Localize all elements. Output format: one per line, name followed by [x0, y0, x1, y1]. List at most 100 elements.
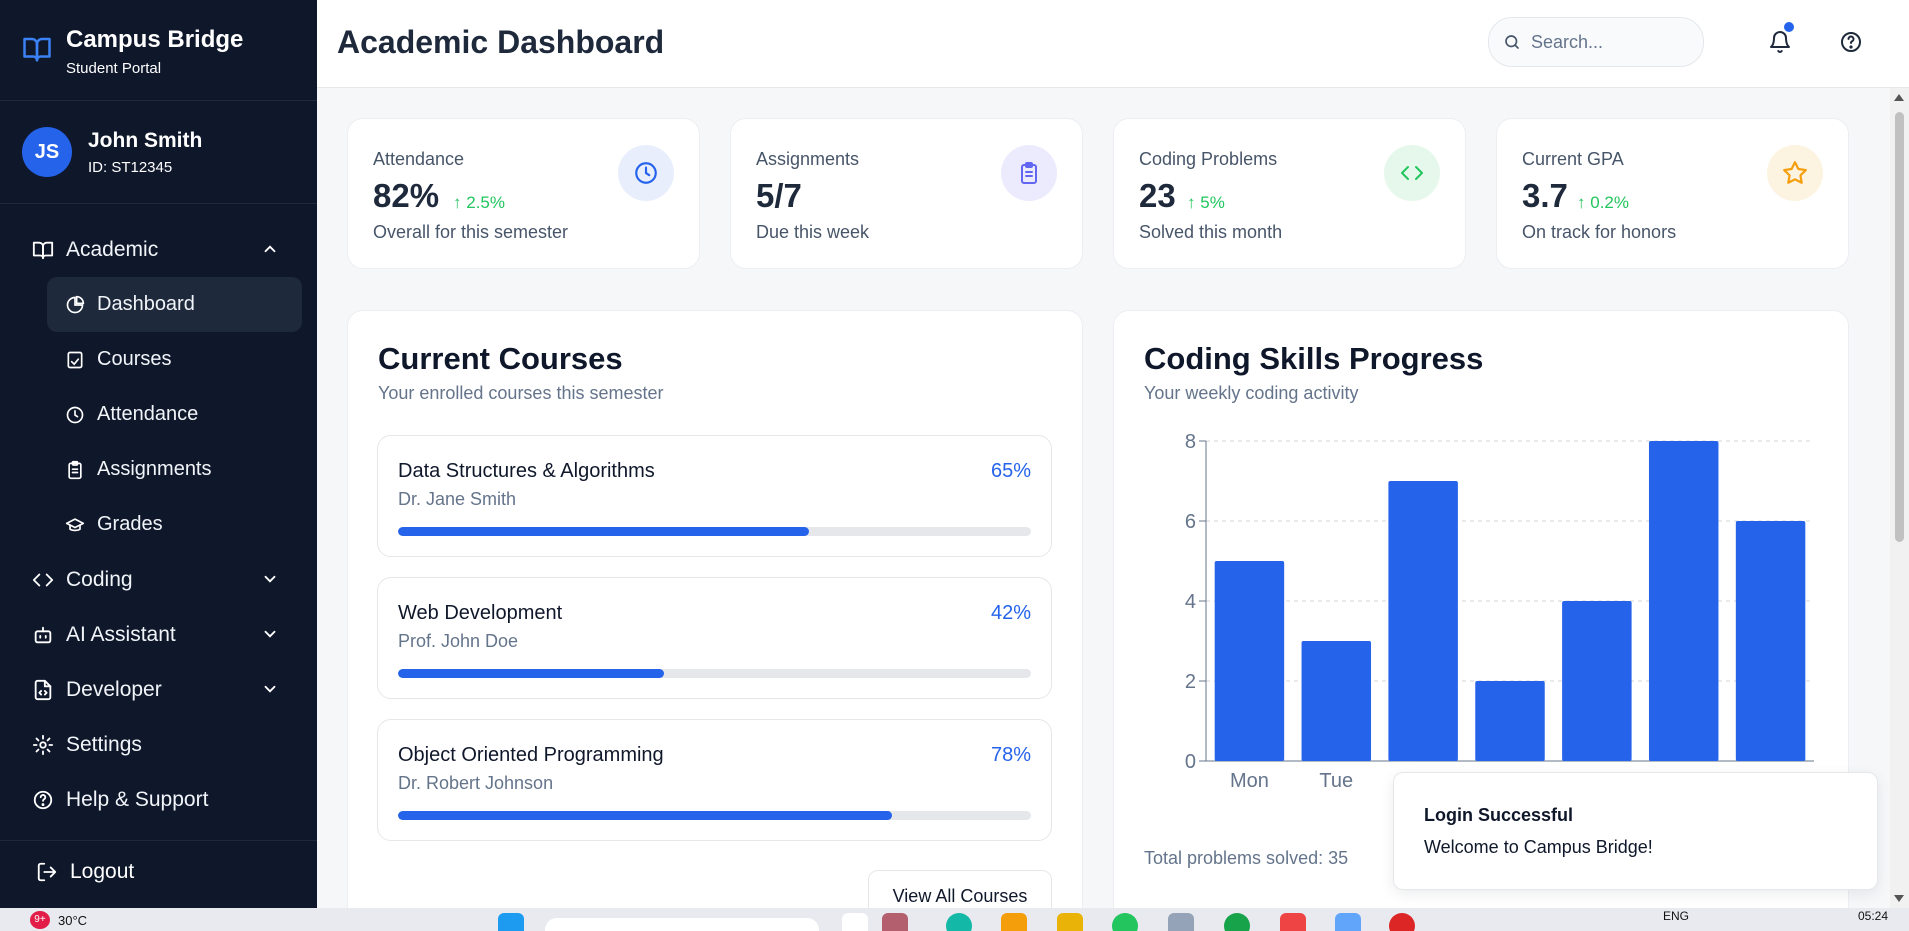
search-box[interactable]: [1488, 17, 1704, 67]
nav-help-label: Help & Support: [66, 787, 209, 811]
os-taskbar: 9+ 30°C ENG 05:24: [0, 908, 1909, 931]
stat-label: Coding Problems: [1139, 149, 1278, 169]
sidebar-item-assignments[interactable]: Assignments: [47, 442, 302, 497]
y-tick-label: 4: [1185, 591, 1196, 613]
stat-description: On track for honors: [1522, 222, 1677, 242]
notebook-icon: [65, 350, 85, 370]
user-profile[interactable]: JS John Smith ID: ST12345: [0, 100, 317, 204]
clipboard-icon: [65, 460, 85, 480]
stat-description: Overall for this semester: [373, 222, 569, 242]
help-circle-icon: [1841, 32, 1861, 52]
windows-start-icon[interactable]: [498, 913, 524, 931]
nav-help-support[interactable]: Help & Support: [0, 772, 317, 827]
notifications-button[interactable]: [1768, 22, 1794, 54]
logout-label: Logout: [70, 860, 135, 883]
sidebar-item-attendance[interactable]: Attendance: [47, 387, 302, 442]
progress-fill: [398, 811, 892, 820]
chevron-down-icon[interactable]: [261, 680, 279, 698]
app-icon[interactable]: [1057, 913, 1083, 931]
logout-button[interactable]: Logout: [36, 860, 134, 884]
sidebar-item-dashboard[interactable]: Dashboard: [47, 277, 302, 332]
stat-card-attendance: Attendance 82% ↑ 2.5% Overall for this s…: [347, 118, 700, 269]
sidebar-item-grades[interactable]: Grades: [47, 497, 302, 552]
bar-mon: [1214, 561, 1285, 761]
spotify-icon[interactable]: [1224, 913, 1250, 931]
weather-widget[interactable]: 9+ 30°C: [30, 911, 87, 929]
course-name: Object Oriented Programming: [398, 744, 664, 766]
scroll-down-arrow[interactable]: [1894, 895, 1904, 902]
brand-subtitle: Student Portal: [66, 60, 162, 77]
course-progress-percent: 42%: [990, 602, 1031, 624]
course-progress-bar: [398, 669, 1031, 678]
task-view-icon[interactable]: [842, 913, 868, 931]
clipboard-icon: [1021, 162, 1037, 184]
sidebar-item-label: Grades: [97, 513, 163, 535]
y-tick-label: 2: [1185, 671, 1196, 693]
course-card[interactable]: Web Development Prof. John Doe 42%: [377, 577, 1052, 699]
search-input[interactable]: [1531, 31, 1691, 53]
book-icon: [23, 37, 51, 62]
scroll-up-arrow[interactable]: [1894, 94, 1904, 101]
bot-icon: [32, 624, 54, 646]
edge-icon[interactable]: [946, 913, 972, 931]
page-scrollbar[interactable]: [1890, 88, 1909, 908]
nav-settings-label: Settings: [66, 732, 142, 756]
scrollbar-thumb[interactable]: [1895, 112, 1904, 542]
bar-sat: [1648, 441, 1719, 761]
y-tick-label: 6: [1185, 511, 1196, 533]
nav-academic-label: Academic: [66, 237, 159, 261]
nav-coding[interactable]: Coding: [0, 552, 317, 607]
chevron-up-icon[interactable]: [261, 240, 279, 258]
bar-wed: [1388, 481, 1458, 761]
code-icon: [1401, 166, 1423, 180]
nav-ai-label: AI Assistant: [66, 622, 176, 646]
courses-panel: Current Courses Your enrolled courses th…: [347, 310, 1083, 930]
x-tick-label: Mon: [1230, 770, 1269, 792]
chevron-down-icon[interactable]: [261, 625, 279, 643]
stat-badge: [1767, 145, 1823, 201]
avatar: JS: [22, 127, 72, 177]
stat-value: 23: [1139, 177, 1176, 214]
taskbar-search[interactable]: [545, 918, 819, 931]
course-card[interactable]: Object Oriented Programming Dr. Robert J…: [377, 719, 1052, 841]
course-progress-bar: [398, 811, 1031, 820]
stat-description: Due this week: [756, 222, 870, 242]
toast-notification[interactable]: Login Successful Welcome to Campus Bridg…: [1393, 772, 1878, 890]
sidebar-item-label: Attendance: [97, 403, 199, 425]
stat-badge: [1001, 145, 1057, 201]
sidebar-item-courses[interactable]: Courses: [47, 332, 302, 387]
nav-settings[interactable]: Settings: [0, 717, 317, 772]
course-instructor: Dr. Jane Smith: [398, 489, 517, 509]
stat-label: Current GPA: [1522, 149, 1624, 169]
app-icon[interactable]: [1280, 913, 1306, 931]
weather-temp: 30°C: [58, 912, 88, 928]
stat-card-coding: Coding Problems 23 ↑ 5% Solved this mont…: [1113, 118, 1466, 269]
brand[interactable]: Campus Bridge Student Portal: [0, 0, 317, 100]
stat-trend: ↑ 2.5%: [453, 193, 505, 212]
folder-icon[interactable]: [1001, 913, 1027, 931]
sidebar-nav: Academic Dashboard Courses Attendance As…: [0, 204, 317, 827]
nav-academic[interactable]: Academic: [0, 222, 317, 277]
nav-developer[interactable]: Developer: [0, 662, 317, 717]
calendar-icon[interactable]: [1335, 913, 1361, 931]
bar-thu: [1475, 681, 1545, 761]
stat-label: Attendance: [373, 149, 465, 169]
help-button[interactable]: [1839, 30, 1863, 54]
language-indicator[interactable]: ENG: [1663, 909, 1689, 923]
app-icon[interactable]: [882, 913, 908, 931]
gear-icon: [32, 734, 54, 756]
courses-title: Current Courses: [378, 341, 623, 376]
app-icon[interactable]: [1168, 913, 1194, 931]
bar-fri: [1562, 601, 1632, 761]
toast-message: Welcome to Campus Bridge!: [1424, 837, 1653, 857]
stat-value: 3.7: [1522, 177, 1568, 214]
nav-ai-assistant[interactable]: AI Assistant: [0, 607, 317, 662]
chrome-icon[interactable]: [1389, 913, 1415, 931]
y-tick-label: 8: [1185, 431, 1196, 453]
whatsapp-icon[interactable]: [1112, 913, 1138, 931]
system-clock[interactable]: 05:24: [1858, 909, 1888, 923]
courses-subtitle: Your enrolled courses this semester: [378, 383, 664, 403]
chevron-down-icon[interactable]: [261, 570, 279, 588]
brand-title: Campus Bridge: [66, 26, 244, 53]
course-card[interactable]: Data Structures & Algorithms Dr. Jane Sm…: [377, 435, 1052, 557]
